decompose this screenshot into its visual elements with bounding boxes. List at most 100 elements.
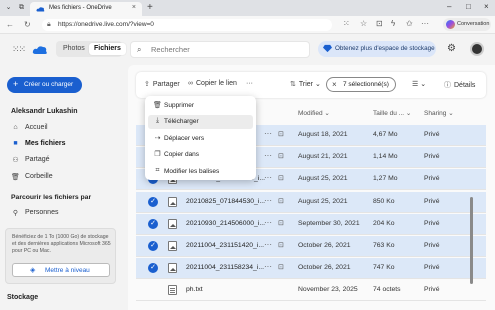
reading-icon[interactable]: ⊡ (376, 19, 383, 28)
checkmark-icon[interactable]: ✓ (148, 218, 158, 229)
maximize-icon[interactable]: □ (466, 2, 471, 11)
share-icon[interactable]: ⊡ (278, 130, 284, 138)
share-icon[interactable]: ⊡ (278, 174, 284, 182)
upgrade-button[interactable]: ◈ Mettre à niveau (12, 263, 110, 277)
extensions-icon[interactable]: ⁙ (343, 19, 350, 28)
checkmark-icon[interactable]: ✓ (148, 241, 158, 251)
file-name[interactable]: ph.txt (186, 286, 203, 293)
copy-icon: ❐ (154, 151, 161, 159)
search-input[interactable] (151, 43, 301, 56)
column-sharing[interactable]: Sharing ⌄ (424, 109, 454, 117)
refresh-icon[interactable]: ↻ (24, 20, 31, 29)
share-icon[interactable]: ⊡ (278, 241, 284, 249)
more-options-icon[interactable]: ··· (264, 240, 272, 249)
context-menu-item[interactable]: ⌗ Modifier les balises (148, 165, 253, 179)
new-tab-icon[interactable]: + (147, 2, 153, 13)
more-options-icon[interactable]: ··· (264, 218, 272, 227)
tab-close-icon[interactable]: × (132, 4, 136, 11)
chevron-down-icon: ⌄ (314, 81, 321, 88)
share-icon[interactable]: ⊡ (278, 263, 284, 271)
selection-chip[interactable]: × 7 sélectionné(s) (326, 77, 396, 92)
file-name[interactable]: 20211004_231151420_i... (186, 242, 264, 249)
table-row[interactable]: ✓ 20211004_231151420_i... ··· ⊡ October 26, … (136, 236, 486, 257)
workspaces-icon[interactable]: ⧉ (16, 3, 27, 13)
details-button[interactable]: ⓘ Détails (444, 80, 475, 90)
more-options-icon[interactable]: ··· (264, 129, 272, 138)
back-icon[interactable]: ← (6, 20, 14, 29)
create-upload-button[interactable]: + Créer ou charger (7, 77, 82, 93)
sidebar-item-people[interactable]: ⚲ Personnes (5, 206, 123, 220)
view-options-button[interactable]: ☰ ⌄ (412, 80, 426, 88)
search-icon: ⌕ (137, 45, 142, 54)
move-icon: ⇢ (154, 134, 161, 142)
minimize-icon[interactable]: – (447, 2, 451, 11)
table-row[interactable]: ✓ 20210825_071844530_i... ··· ⊡ August 25, 2… (136, 191, 486, 213)
close-window-icon[interactable]: × (484, 2, 489, 11)
more-actions-button[interactable]: ··· (246, 80, 253, 87)
table-row[interactable]: ✓ 20210930_214506000_i... ··· ⊡ September 30… (136, 213, 486, 235)
file-name[interactable]: 20210825_071844530_i... (186, 198, 265, 205)
tab-actions-icon[interactable]: ⌄ (3, 3, 14, 13)
browser-tab[interactable]: Mes fichiers - OneDrive × (30, 2, 142, 16)
address-bar[interactable]: 🔒︎ https://onedrive.live.com/?view=0 (42, 19, 332, 31)
more-options-icon[interactable]: ··· (264, 196, 272, 205)
share-button[interactable]: ⇪ Partager (144, 80, 180, 88)
lock-icon: 🔒︎ (47, 21, 51, 28)
app-launcher-icon[interactable]: ⁙⁙ (12, 44, 26, 55)
more-options-icon[interactable]: ··· (264, 151, 272, 160)
share-icon[interactable]: ⊡ (278, 219, 284, 227)
context-menu-item[interactable]: ⤓ Télécharger (148, 115, 253, 130)
context-menu-item[interactable]: 🗑︎ Supprimer (148, 99, 253, 113)
sort-button[interactable]: ⇅ Trier ⌄ (290, 80, 321, 88)
sidebar-item-home[interactable]: ⌂ Accueil (5, 121, 123, 135)
scrollbar[interactable] (470, 197, 473, 284)
settings-gear-icon[interactable]: ⚙ (447, 43, 456, 54)
copilot-icon (446, 20, 455, 29)
get-more-storage-button[interactable]: Obtenez plus d'espace de stockage (318, 41, 436, 57)
browse-by-title: Parcourir les fichiers par (11, 194, 92, 201)
copilot-label: Conversation (457, 21, 490, 27)
context-menu-item[interactable]: ❐ Copier dans (148, 148, 253, 162)
modified-cell: August 25, 2021 (298, 175, 348, 183)
avatar[interactable] (470, 42, 484, 56)
diamond-icon (323, 44, 332, 53)
share-icon: ⇪ (144, 81, 150, 88)
sharing-cell: Privé (424, 242, 440, 249)
file-name[interactable]: 20210930_214506000_i... (186, 220, 265, 227)
share-icon[interactable]: ⊡ (278, 197, 284, 205)
table-row[interactable]: ph.txt November 23, 2025 74 octets Privé (136, 280, 486, 302)
search-box[interactable]: ⌕ (130, 41, 310, 58)
modified-cell: August 21, 2021 (298, 153, 348, 161)
column-modified[interactable]: Modified ⌄ (298, 109, 330, 117)
sidebar-item-shared[interactable]: ⚇ Partagé (5, 153, 123, 167)
checkmark-icon[interactable]: ✓ (148, 263, 158, 274)
app-header: ⁙⁙ Photos Fichiers ⌕ Obtenez plus d'espa… (0, 35, 495, 65)
copy-link-button[interactable]: ∞ Copier le lien (188, 80, 237, 87)
get-more-storage-label: Obtenez plus d'espace de stockage (335, 45, 435, 52)
column-size[interactable]: Taille du ... ⌄ (373, 109, 411, 117)
checkmark-icon[interactable]: ✓ (148, 196, 158, 207)
performance-icon[interactable]: ϟ (391, 19, 395, 28)
settings-more-icon[interactable]: ··· (421, 19, 429, 28)
more-options-icon[interactable]: ··· (264, 262, 272, 271)
chevron-down-icon: ⌄ (420, 81, 427, 88)
copilot-button[interactable]: Conversation (443, 18, 491, 31)
clear-selection-icon[interactable]: × (332, 80, 337, 89)
list-view-icon: ☰ (412, 81, 419, 88)
favorites-icon[interactable]: ✩ (406, 19, 413, 28)
sidebar-item-my-files[interactable]: ■ Mes fichiers (5, 137, 123, 151)
table-row[interactable]: ✓ 20211004_231158234_i... ··· ⊡ October 26, … (136, 258, 486, 280)
text-file-icon (168, 285, 177, 296)
size-cell: 763 Ko (373, 242, 395, 249)
sharing-cell: Privé (424, 153, 440, 161)
context-menu-item[interactable]: ⇢ Déplacer vers (148, 132, 253, 146)
favorite-star-icon[interactable]: ☆ (360, 19, 367, 28)
size-cell: 850 Ko (373, 197, 395, 205)
tab-photos[interactable]: Photos (58, 43, 90, 55)
sidebar-item-recycle-bin[interactable]: 🗑︎ Corbeille (5, 170, 123, 184)
tab-files[interactable]: Fichiers (89, 43, 126, 55)
file-name[interactable]: 20211004_231158234_i... (186, 264, 264, 271)
more-options-icon[interactable]: ··· (264, 173, 272, 182)
share-icon[interactable]: ⊡ (278, 152, 284, 160)
image-file-icon (168, 218, 177, 229)
